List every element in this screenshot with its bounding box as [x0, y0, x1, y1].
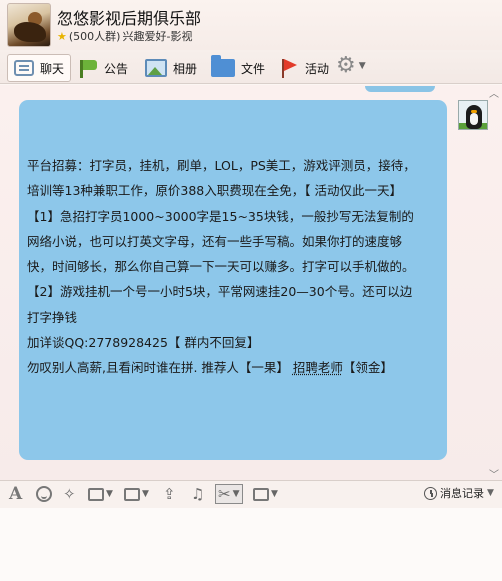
- gear-icon: ⚙: [336, 53, 356, 78]
- image-button[interactable]: ▼: [124, 484, 149, 504]
- red-packet-button[interactable]: ▼: [253, 484, 278, 504]
- tab-album-label: 相册: [173, 61, 198, 76]
- message-line: 【2】游戏挂机一个号一小时5块，平常网速挂20—30个号。还可以边: [27, 284, 413, 300]
- emoji-button[interactable]: [36, 484, 52, 504]
- group-avatar[interactable]: [7, 3, 51, 47]
- font-button[interactable]: A: [9, 484, 22, 504]
- chat-bubble-icon: [14, 60, 34, 76]
- message-text-segment: 勿叹别人高薪,且看闲时谁在拼. 推荐人【一果】: [27, 360, 293, 376]
- message-line: 平台招募：打字员，挂机，刷单，LOL，PS美工，游戏评测员，接待，: [27, 158, 416, 173]
- message-line: 加详谈QQ:2778928425【 群内不回复】: [27, 335, 260, 351]
- star-icon: ★: [57, 29, 67, 43]
- font-icon: A: [9, 484, 23, 504]
- message-history-label: 消息记录: [440, 487, 484, 500]
- scissors-icon: ✂: [218, 485, 231, 503]
- member-count: (500人群): [68, 30, 121, 43]
- message-line: 勿叹别人高薪,且看闲时谁在拼. 推荐人【一果】 招聘老师【领金】: [27, 355, 437, 380]
- previous-message-bubble-edge: [365, 86, 435, 92]
- settings-menu-button[interactable]: ⚙ ▼: [336, 55, 366, 77]
- smile-icon: [36, 486, 52, 502]
- tab-activity[interactable]: 活动: [273, 54, 335, 82]
- chevron-down-icon: ▼: [487, 488, 494, 498]
- scroll-down-icon[interactable]: ﹀: [489, 466, 499, 481]
- chevron-down-icon: ▼: [232, 489, 240, 499]
- message-history-button[interactable]: 消息记录 ▼: [424, 485, 494, 501]
- screenshot-button[interactable]: ✂ ▼: [215, 484, 243, 504]
- tab-announcement[interactable]: 公告: [72, 54, 134, 82]
- message-text: 平台招募：打字员，挂机，刷单，LOL，PS美工，游戏评测员，接待， 培训等13种…: [27, 153, 437, 381]
- group-category: 兴趣爱好-影视: [122, 30, 193, 43]
- message-input-area[interactable]: [0, 508, 502, 581]
- group-info: ★ (500人群) 兴趣爱好-影视: [57, 28, 192, 44]
- magic-button[interactable]: ✧: [63, 484, 76, 504]
- message-line: 网络小说，也可以打英文字母，还有一些手写稿。如果你打的速度够: [27, 233, 403, 249]
- recruiter-link[interactable]: 招聘老师: [293, 360, 343, 375]
- message-line: 打字挣钱: [27, 309, 78, 325]
- upload-icon: ⇪: [163, 485, 176, 503]
- sender-avatar[interactable]: [458, 100, 488, 130]
- scroll-up-icon[interactable]: ︿: [489, 85, 499, 100]
- message-line: 快，时间够长，那么你自己算一下一天可以赚多。打字可以手机做的。: [27, 259, 415, 275]
- upload-button[interactable]: ⇪: [163, 484, 176, 504]
- message-line: 【1】急招打字员1000~3000字是15~35块钱，一般抄写无法复制的: [27, 208, 414, 224]
- message-text-segment: 【领金】: [342, 360, 393, 376]
- red-packet-icon: [253, 487, 269, 501]
- gift-button[interactable]: ▼: [88, 484, 113, 504]
- chevron-down-icon: ▼: [106, 489, 113, 499]
- folder-icon: [211, 55, 235, 77]
- group-title[interactable]: 忽悠影视后期俱乐部: [57, 5, 201, 29]
- activity-flag-icon: [279, 58, 299, 78]
- tab-announcement-label: 公告: [104, 61, 129, 76]
- tab-chat[interactable]: 聊天: [7, 54, 72, 82]
- music-button[interactable]: ♫: [191, 484, 204, 504]
- tab-chat-label: 聊天: [40, 61, 65, 76]
- magic-wand-icon: ✧: [63, 485, 76, 503]
- photo-album-icon: [145, 59, 167, 77]
- announcement-flag-icon: [78, 58, 98, 78]
- tab-files-label: 文件: [241, 61, 266, 76]
- tab-activity-label: 活动: [305, 61, 330, 76]
- image-icon: [124, 487, 140, 501]
- gift-box-icon: [88, 487, 104, 501]
- clock-icon: [424, 486, 437, 500]
- music-note-icon: ♫: [191, 485, 205, 503]
- message-line: 培训等13种兼职工作，原价388入职费现在全免，【 活动仅此一天】: [27, 183, 402, 199]
- group-header: 忽悠影视后期俱乐部 ★ (500人群) 兴趣爱好-影视: [0, 0, 502, 50]
- chevron-down-icon: ▼: [358, 61, 366, 71]
- chevron-down-icon: ▼: [142, 489, 149, 499]
- tab-files[interactable]: 文件: [205, 54, 271, 82]
- tab-album[interactable]: 相册: [139, 54, 203, 82]
- chevron-down-icon: ▼: [271, 489, 278, 499]
